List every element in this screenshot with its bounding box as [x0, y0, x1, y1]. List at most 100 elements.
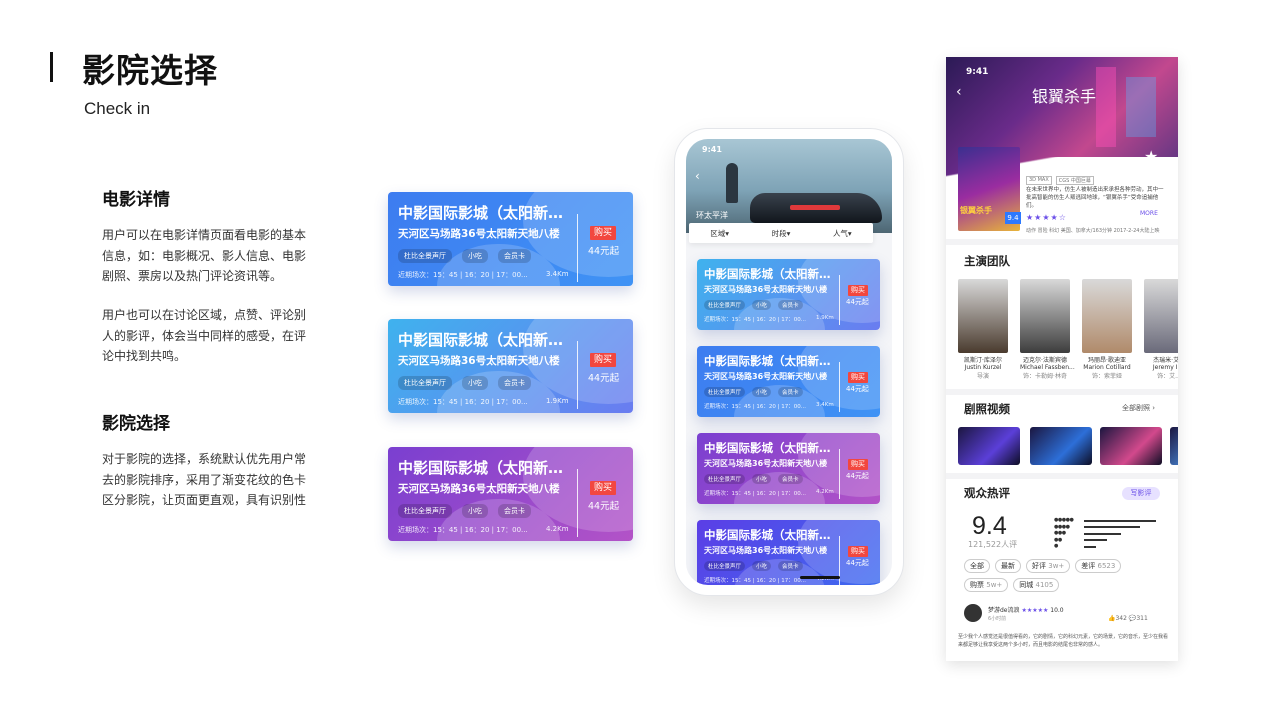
cinema-tag: 会员卡: [778, 474, 803, 484]
card-divider: [577, 214, 578, 282]
review-filter-chip[interactable]: 全部: [964, 559, 990, 573]
cinema-tag: 小吃: [752, 474, 772, 484]
section-divider: [946, 239, 1178, 245]
banner-caption: 环太平洋: [696, 211, 728, 220]
chip-label: 最新: [1001, 562, 1015, 570]
cinema-tag: 会员卡: [498, 376, 531, 390]
cinema-tag: 杜比全景声厅: [704, 561, 746, 571]
cast-name-en: Michael Fassben...: [1020, 364, 1075, 371]
back-icon[interactable]: ‹: [695, 169, 700, 183]
cinema-tag: 会员卡: [498, 504, 531, 518]
filter-popularity[interactable]: 人气▾: [833, 228, 852, 239]
cinema-address: 天河区马场路36号太阳新天地八楼: [398, 483, 560, 495]
buy-button[interactable]: 购买: [848, 459, 868, 470]
cast-role: 饰：艾...: [1157, 373, 1178, 380]
cinema-card[interactable]: 中影国际影城（太阳新天地店） 天河区马场路36号太阳新天地八楼杜比全景声厅小吃会员…: [697, 433, 880, 504]
cinema-tag: 杜比全景声厅: [704, 300, 746, 310]
format-badge: 3D MAX: [1026, 176, 1052, 185]
review-user: 梦游de流浪 ★★★★★ 10.0: [988, 605, 1064, 614]
write-review-button[interactable]: 写影评: [1122, 487, 1160, 500]
cast-member[interactable]: 凯斯汀·库泽尔 Justin Kurzel 导演: [958, 279, 1008, 380]
cinema-distance: 4.2Km: [816, 489, 834, 495]
review-filter-chip[interactable]: 差评 6523: [1075, 559, 1122, 573]
video-thumbnail[interactable]: [1170, 427, 1178, 465]
section-divider: [946, 473, 1178, 479]
cinema-tag: 杜比全景声厅: [398, 249, 452, 263]
rating-bar: [1084, 519, 1156, 522]
cast-member[interactable]: 玛丽昂·歌迪亚 Marion Cotillard 饰：索菲娅: [1082, 279, 1132, 380]
cast-photo: [1144, 279, 1178, 353]
status-time: 9:41: [702, 145, 722, 154]
rating-distribution: ●●●●● ●●●● ●●● ●● ●: [1054, 518, 1162, 551]
cast-role: 饰：索菲娅: [1091, 373, 1122, 380]
hero-neon: [1126, 77, 1156, 137]
cinema-card[interactable]: 中影国际影城（太阳新天地店） 天河区马场路36号太阳新天地八楼杜比全景声厅小吃会员…: [388, 447, 633, 541]
video-thumbnail[interactable]: [1030, 427, 1092, 465]
cinema-price: 44元起: [588, 373, 620, 384]
cast-name: 玛丽昂·歌迪亚: [1088, 357, 1126, 364]
cast-member[interactable]: 迈克尔·法斯宾德 Michael Fassben... 饰：卡勒姆·林奇: [1020, 279, 1075, 380]
buy-button[interactable]: 购买: [848, 372, 868, 383]
buy-button[interactable]: 购买: [590, 481, 616, 495]
chip-label: 同城: [1019, 581, 1034, 589]
cinema-tag: 小吃: [752, 300, 772, 310]
rating-level: ●●●: [1054, 530, 1066, 536]
back-icon[interactable]: ‹: [956, 84, 962, 100]
review-filter-chip[interactable]: 好评 3w+: [1026, 559, 1071, 573]
cast-member[interactable]: 杰瑞米·艾...Jeremy Ir... 饰：艾...: [1144, 279, 1178, 380]
cinema-card[interactable]: 中影国际影城（太阳新天地店） 天河区马场路36号太阳新天地八楼杜比全景声厅小吃会员…: [697, 520, 880, 585]
rating-bar: [1084, 545, 1096, 548]
comment-button[interactable]: 💬311: [1129, 615, 1148, 622]
review-actions: 👍342 💬311: [1108, 615, 1148, 622]
filter-region[interactable]: 区域▾: [710, 228, 729, 239]
cinema-card[interactable]: 中影国际影城（太阳新天地店） 天河区马场路36号太阳新天地八楼杜比全景声厅小吃会员…: [388, 192, 633, 286]
avatar[interactable]: [964, 604, 982, 622]
more-link[interactable]: MORE: [1140, 210, 1158, 217]
filter-time[interactable]: 时段▾: [772, 228, 791, 239]
chip-label: 购票: [970, 581, 984, 589]
cinema-card[interactable]: 中影国际影城（太阳新天地店） 天河区马场路36号太阳新天地八楼杜比全景声厅小吃会员…: [697, 346, 880, 417]
video-thumbnail[interactable]: [958, 427, 1020, 465]
cast-name: 迈克尔·法斯宾德: [1023, 357, 1067, 364]
like-button[interactable]: 👍342: [1108, 615, 1127, 622]
chip-label: 全部: [970, 562, 984, 570]
cinema-card[interactable]: 中影国际影城（太阳新天地店） 天河区马场路36号太阳新天地八楼杜比全景声厅小吃会员…: [697, 259, 880, 330]
cinema-card[interactable]: 中影国际影城（太阳新天地店） 天河区马场路36号太阳新天地八楼杜比全景声厅小吃会员…: [388, 319, 633, 413]
favorite-star-icon[interactable]: ★: [1144, 147, 1158, 166]
cinema-tag: 杜比全景声厅: [398, 376, 452, 390]
cinema-schedule: 近期场次：15：45 | 16：20 | 17：00...: [704, 578, 806, 584]
rating-level: ●●: [1054, 536, 1062, 543]
review-text: 至少我个人感觉还是很值得看的，它的剧情，它的科幻元素，它的场景，它的音乐，至少在…: [958, 634, 1169, 648]
rating-level: ●: [1054, 543, 1058, 549]
cinema-price: 44元起: [846, 298, 869, 306]
buy-button[interactable]: 购买: [848, 285, 868, 296]
cast-section-title: 主演团队: [964, 254, 1010, 268]
cinema-tag: 会员卡: [778, 387, 803, 397]
review-time: 6小时前: [988, 616, 1007, 622]
header-accent-bar: [50, 52, 53, 82]
banner-figure: [726, 163, 738, 203]
review-filter-chips: 全部 最新 好评 3w+ 差评 6523 购票 5w+ 同城 4105: [964, 559, 1174, 597]
rating-row: ●●●●●: [1054, 518, 1162, 523]
buy-button[interactable]: 购买: [590, 226, 616, 240]
chip-label: 好评: [1032, 562, 1046, 570]
review-filter-chip[interactable]: 同城 4105: [1013, 578, 1060, 592]
cinema-address: 天河区马场路36号太阳新天地八楼: [704, 459, 828, 468]
review-username[interactable]: 梦游de流浪: [988, 607, 1020, 614]
cinema-schedule: 近期场次：15：45 | 16：20 | 17：00...: [398, 398, 528, 406]
videos-section-title: 剧照视频: [964, 402, 1010, 416]
video-thumbnail[interactable]: [1100, 427, 1162, 465]
rating-row: ●●: [1054, 536, 1162, 543]
buy-button[interactable]: 购买: [848, 546, 868, 557]
cinema-tag: 小吃: [752, 561, 772, 571]
cinema-price: 44元起: [846, 472, 869, 480]
cinema-name: 中影国际影城（太阳新天地店）: [704, 441, 832, 455]
buy-button[interactable]: 购买: [590, 353, 616, 367]
cast-name: 凯斯汀·库泽尔: [964, 357, 1002, 364]
chip-count: 4105: [1035, 581, 1054, 589]
review-filter-chip[interactable]: 最新: [995, 559, 1021, 573]
cinema-name: 中影国际影城（太阳新天地店）: [704, 528, 832, 542]
review-filter-chip[interactable]: 购票 5w+: [964, 578, 1009, 592]
all-stills-link[interactable]: 全部剧照 ›: [1122, 403, 1155, 413]
cinema-distance: 3.4Km: [816, 402, 834, 408]
